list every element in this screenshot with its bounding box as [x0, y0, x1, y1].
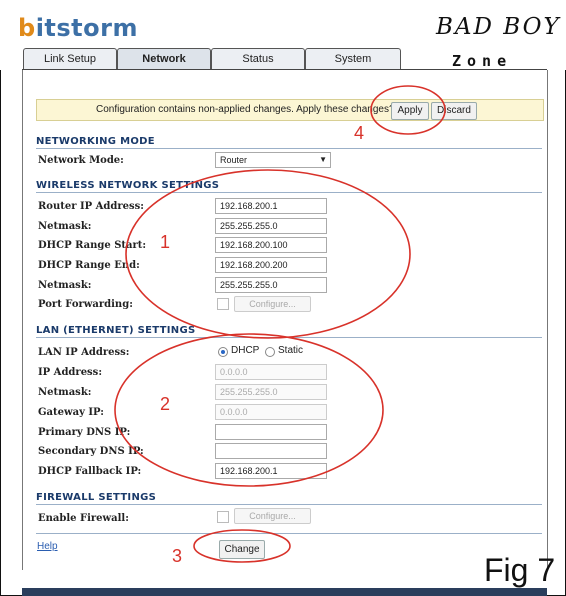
port-forwarding-label: Port Forwarding:: [38, 299, 133, 310]
section-divider: [36, 504, 542, 505]
lan-netmask-label: Netmask:: [38, 387, 92, 398]
dhcp-radio-label: DHCP: [231, 345, 260, 356]
static-radio[interactable]: [265, 347, 275, 357]
dhcp-range-start-label: DHCP Range Start:: [38, 240, 147, 251]
dhcp-radio[interactable]: [218, 347, 228, 357]
bitstorm-logo: bitstorm: [18, 14, 138, 42]
zone-overlay-subtitle: Zone: [452, 52, 513, 70]
enable-firewall-checkbox[interactable]: [217, 511, 229, 523]
firewall-settings-heading: FIREWALL SETTINGS: [36, 492, 157, 503]
port-forwarding-configure-button[interactable]: Configure...: [234, 296, 311, 312]
lan-ip-label: LAN IP Address:: [38, 347, 130, 358]
port-forwarding-checkbox[interactable]: [217, 298, 229, 310]
router-ip-label: Router IP Address:: [38, 201, 144, 212]
notice-message: Configuration contains non-applied chang…: [96, 104, 395, 115]
gateway-ip-field[interactable]: 0.0.0.0: [215, 404, 327, 420]
tab-link-setup[interactable]: Link Setup: [23, 48, 117, 70]
router-ip-field[interactable]: 192.168.200.1: [215, 198, 327, 214]
bad-boy-overlay-title: BAD BOY: [436, 14, 561, 40]
help-link[interactable]: Help: [37, 541, 58, 552]
firewall-configure-button[interactable]: Configure...: [234, 508, 311, 524]
network-mode-label: Network Mode:: [38, 155, 124, 166]
wireless-settings-heading: WIRELESS NETWORK SETTINGS: [36, 180, 220, 191]
netmask-field[interactable]: 255.255.255.0: [215, 218, 327, 234]
section-divider: [36, 337, 542, 338]
networking-mode-heading: NETWORKING MODE: [36, 136, 155, 147]
tab-status[interactable]: Status: [211, 48, 305, 70]
secondary-dns-field[interactable]: [215, 443, 327, 459]
footer-bar: [22, 588, 547, 596]
dhcp-fallback-label: DHCP Fallback IP:: [38, 466, 142, 477]
netmask2-label: Netmask:: [38, 280, 92, 291]
ip-address-label: IP Address:: [38, 367, 103, 378]
chevron-down-icon: ▼: [319, 155, 327, 164]
network-mode-value: Router: [220, 155, 248, 165]
secondary-dns-label: Secondary DNS IP:: [38, 446, 144, 457]
footer-divider: [36, 533, 542, 534]
dhcp-fallback-field[interactable]: 192.168.200.1: [215, 463, 327, 479]
primary-dns-field[interactable]: [215, 424, 327, 440]
netmask2-field[interactable]: 255.255.255.0: [215, 277, 327, 293]
apply-button[interactable]: Apply: [391, 102, 429, 120]
annotation-number-3: 3: [172, 546, 183, 566]
dhcp-range-start-field[interactable]: 192.168.200.100: [215, 237, 327, 253]
discard-button[interactable]: Discard: [431, 102, 477, 120]
section-divider: [36, 192, 542, 193]
section-divider: [36, 148, 542, 149]
primary-dns-label: Primary DNS IP:: [38, 427, 131, 438]
lan-netmask-field[interactable]: 255.255.255.0: [215, 384, 327, 400]
netmask-label: Netmask:: [38, 221, 92, 232]
enable-firewall-label: Enable Firewall:: [38, 513, 129, 524]
dhcp-range-end-field[interactable]: 192.168.200.200: [215, 257, 327, 273]
tab-network[interactable]: Network: [117, 48, 211, 70]
gateway-ip-label: Gateway IP:: [38, 407, 104, 418]
annotation-number-2: 2: [160, 394, 171, 414]
change-button[interactable]: Change: [219, 540, 265, 559]
dhcp-range-end-label: DHCP Range End:: [38, 260, 140, 271]
static-radio-label: Static: [278, 345, 304, 356]
annotation-number-4: 4: [354, 123, 365, 143]
annotation-number-1: 1: [160, 232, 171, 252]
figure-label: Fig 7: [484, 552, 556, 588]
ip-address-field[interactable]: 0.0.0.0: [215, 364, 327, 380]
tab-system[interactable]: System: [305, 48, 401, 70]
lan-settings-heading: LAN (ETHERNET) SETTINGS: [36, 325, 196, 336]
network-mode-select[interactable]: Router ▼: [215, 152, 331, 168]
